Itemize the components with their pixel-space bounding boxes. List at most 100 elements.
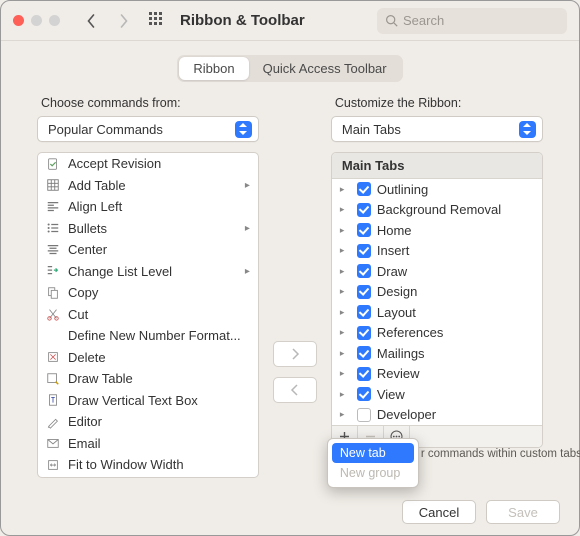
menu-new-group[interactable]: New group: [332, 463, 414, 483]
tab-checkbox[interactable]: [357, 346, 371, 360]
tab-label: Outlining: [377, 182, 428, 197]
command-label: Center: [68, 242, 107, 257]
tab-label: Insert: [377, 243, 410, 258]
delete-icon: [44, 349, 62, 365]
command-label: Add Table: [68, 178, 126, 193]
command-item[interactable]: Editor: [38, 411, 258, 433]
tab-label: Home: [377, 223, 412, 238]
disclosure-icon[interactable]: ▸: [340, 286, 350, 297]
minimize-window-dot[interactable]: [31, 15, 42, 26]
search-placeholder: Search: [403, 13, 444, 28]
disclosure-icon[interactable]: ▸: [340, 368, 350, 379]
tab-item[interactable]: ▸View: [332, 384, 542, 405]
draw-table-icon: [44, 371, 62, 387]
command-item[interactable]: Add Table ▸: [38, 175, 258, 197]
cancel-button[interactable]: Cancel: [402, 500, 476, 524]
tab-item[interactable]: ▸ Draw: [332, 261, 542, 282]
tab-checkbox[interactable]: [357, 182, 371, 196]
disclosure-icon[interactable]: ▸: [340, 245, 350, 256]
submenu-arrow-icon: ▸: [245, 180, 250, 191]
tab-checkbox[interactable]: [357, 264, 371, 278]
command-label: Change List Level: [68, 264, 172, 279]
disclosure-icon[interactable]: ▸: [340, 204, 350, 215]
window-title: Ribbon & Toolbar: [180, 12, 305, 29]
tab-checkbox[interactable]: [357, 203, 371, 217]
customize-ribbon-select[interactable]: Main Tabs: [331, 116, 543, 142]
segment-ribbon[interactable]: Ribbon: [179, 57, 248, 80]
add-menu-popup: New tab New group: [327, 438, 419, 488]
close-window-dot[interactable]: [13, 15, 24, 26]
search-icon: [385, 14, 398, 27]
tab-label: Mailings: [377, 346, 425, 361]
tab-label: Developer: [377, 407, 436, 422]
tab-item[interactable]: ▸ Developer: [332, 405, 542, 426]
command-item[interactable]: Draw Table: [38, 368, 258, 390]
commands-list[interactable]: Accept Revision Add Table ▸ Align Left Bulle…: [37, 152, 259, 478]
choose-commands-label: Choose commands from:: [41, 96, 259, 110]
disclosure-icon[interactable]: ▸: [340, 225, 350, 236]
tab-checkbox[interactable]: [357, 326, 371, 340]
bullets-icon: [44, 220, 62, 236]
command-label: Delete: [68, 350, 106, 365]
tab-item[interactable]: ▸Review: [332, 364, 542, 385]
all-prefs-grid-icon[interactable]: [148, 11, 164, 30]
disclosure-icon[interactable]: ▸: [340, 389, 350, 400]
hint-text: r commands within custom tabs: [421, 448, 580, 460]
command-label: Define New Number Format...: [68, 328, 241, 343]
command-item[interactable]: Delete: [38, 347, 258, 369]
tab-item[interactable]: ▸Background Removal: [332, 200, 542, 221]
tab-item[interactable]: ▸ Home: [332, 220, 542, 241]
disclosure-icon[interactable]: ▸: [340, 307, 350, 318]
command-item[interactable]: Change List Level ▸: [38, 261, 258, 283]
tab-checkbox[interactable]: [357, 367, 371, 381]
add-command-button[interactable]: [273, 341, 317, 367]
command-item[interactable]: Center: [38, 239, 258, 261]
tabs-list[interactable]: Main Tabs ▸Outlining▸Background Removal▸…: [331, 152, 543, 448]
tab-item[interactable]: ▸ Outlining: [332, 179, 542, 200]
command-item[interactable]: Define New Number Format...: [38, 325, 258, 347]
remove-command-button[interactable]: [273, 377, 317, 403]
menu-new-tab[interactable]: New tab: [332, 443, 414, 463]
command-item[interactable]: Fit to Window Width: [38, 454, 258, 476]
disclosure-icon[interactable]: ▸: [340, 348, 350, 359]
command-item[interactable]: Accept Revision: [38, 153, 258, 175]
command-item[interactable]: Cut: [38, 304, 258, 326]
segment-qat[interactable]: Quick Access Toolbar: [249, 57, 401, 80]
tab-checkbox[interactable]: [357, 285, 371, 299]
command-item[interactable]: Copy: [38, 282, 258, 304]
tab-checkbox[interactable]: [357, 305, 371, 319]
forward-button[interactable]: [112, 10, 134, 32]
align-left-icon: [44, 199, 62, 215]
command-item[interactable]: Email: [38, 433, 258, 455]
disclosure-icon[interactable]: ▸: [340, 266, 350, 277]
command-label: Align Left: [68, 199, 122, 214]
back-button[interactable]: [80, 10, 102, 32]
command-item[interactable]: Bullets▸: [38, 218, 258, 240]
zoom-window-dot[interactable]: [49, 15, 60, 26]
search-input[interactable]: Search: [377, 8, 567, 34]
tab-item[interactable]: ▸References: [332, 323, 542, 344]
submenu-arrow-icon: ▸: [245, 266, 250, 277]
accept-revision-icon: [44, 156, 62, 172]
command-label: Email: [68, 436, 101, 451]
updown-icon: [519, 121, 536, 138]
tab-checkbox[interactable]: [357, 223, 371, 237]
tab-checkbox[interactable]: [357, 387, 371, 401]
tab-item[interactable]: ▸Design: [332, 282, 542, 303]
disclosure-icon[interactable]: ▸: [340, 409, 350, 420]
save-button[interactable]: Save: [486, 500, 560, 524]
command-item[interactable]: Align Left: [38, 196, 258, 218]
disclosure-icon[interactable]: ▸: [340, 184, 350, 195]
tab-label: Draw: [377, 264, 407, 279]
tab-item[interactable]: ▸ Mailings: [332, 343, 542, 364]
textbox-icon: [44, 392, 62, 408]
choose-commands-select[interactable]: Popular Commands: [37, 116, 259, 142]
disclosure-icon[interactable]: ▸: [340, 327, 350, 338]
tab-checkbox[interactable]: [357, 244, 371, 258]
email-icon: [44, 435, 62, 451]
tab-checkbox[interactable]: [357, 408, 371, 422]
choose-commands-value: Popular Commands: [48, 122, 163, 137]
command-item[interactable]: Draw Vertical Text Box: [38, 390, 258, 412]
tab-item[interactable]: ▸Layout: [332, 302, 542, 323]
tab-item[interactable]: ▸ Insert: [332, 241, 542, 262]
